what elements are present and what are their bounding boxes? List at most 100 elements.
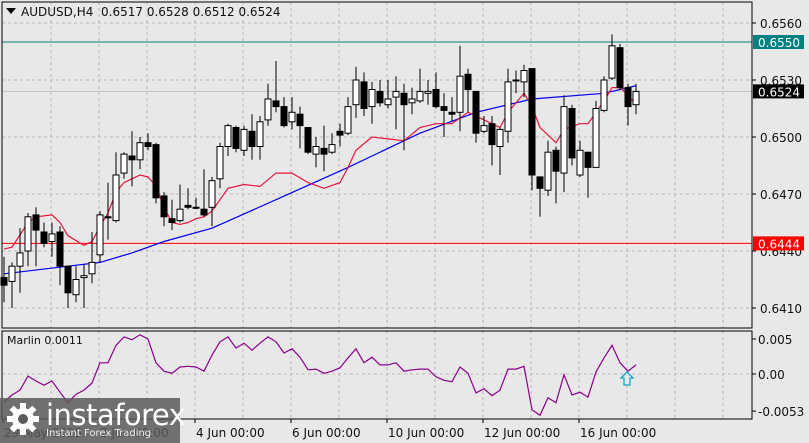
- candle-bullish: [264, 98, 272, 121]
- candle-bearish: [336, 130, 344, 136]
- candle-bullish: [256, 121, 264, 148]
- candle-bearish: [360, 81, 368, 110]
- candle-bullish: [544, 151, 552, 191]
- close-value: 0.6524: [238, 5, 281, 19]
- candle-bearish: [320, 147, 328, 155]
- candle-bearish: [624, 87, 632, 108]
- logo-name: instaforex: [46, 398, 186, 432]
- price-axis-label: 0.6410: [760, 302, 802, 316]
- price-tag-label: 0.6550: [758, 36, 800, 50]
- candle-bullish: [192, 206, 200, 209]
- candle-bearish: [464, 73, 472, 91]
- candle-bullish: [96, 214, 104, 256]
- candle-bearish: [296, 113, 304, 127]
- candle-bullish: [456, 75, 464, 113]
- candle-bullish: [600, 79, 608, 111]
- instaforex-logo: instaforex Instant Forex Trading: [0, 398, 186, 443]
- candle-bearish: [488, 123, 496, 146]
- candle-bullish: [424, 90, 432, 94]
- candle-bearish: [184, 204, 192, 208]
- candle-bearish: [64, 265, 72, 294]
- candle-bearish: [248, 130, 256, 148]
- candle-bullish: [80, 275, 88, 279]
- price-tag-label: 0.6524: [758, 85, 800, 99]
- candle-bearish: [40, 231, 48, 244]
- gear-icon: [7, 403, 39, 435]
- candle-bearish: [280, 106, 288, 127]
- candle-bullish: [608, 45, 616, 79]
- candle-bullish: [368, 89, 376, 108]
- candle-bullish: [208, 180, 216, 208]
- candle-bearish: [448, 111, 456, 115]
- candle-bullish: [240, 128, 248, 151]
- main-chart-frame: [1, 1, 753, 329]
- candle-bearish: [128, 155, 136, 161]
- price-axis-label: 0.6470: [760, 188, 802, 202]
- indicator-axis-label: 0.00: [758, 368, 785, 382]
- candle-bearish: [152, 144, 160, 199]
- symbol-label: AUDUSD,H4: [21, 5, 94, 19]
- candle-bearish: [304, 127, 312, 153]
- candle-bearish: [528, 68, 536, 176]
- candle-bearish: [568, 108, 576, 159]
- candle-bullish: [416, 90, 424, 102]
- candle-bullish: [408, 98, 416, 104]
- candle-bullish: [224, 125, 232, 147]
- collapse-triangle-icon[interactable]: [6, 8, 16, 14]
- candle-bullish: [136, 142, 144, 161]
- candle-bullish: [576, 149, 584, 176]
- candle-bearish: [32, 214, 40, 231]
- candle-bullish: [48, 233, 56, 242]
- price-tag-label: 0.6444: [758, 237, 800, 251]
- time-axis-label: 10 Jun 00:00: [388, 426, 464, 440]
- time-axis-label: 6 Jun 00:00: [292, 426, 361, 440]
- candle-bullish: [504, 81, 512, 132]
- candle-bullish: [24, 216, 32, 252]
- candle-bearish: [584, 151, 592, 168]
- candle-bullish: [328, 144, 336, 153]
- candle-bullish: [216, 146, 224, 180]
- candle-bearish: [272, 100, 280, 108]
- low-value: 0.6512: [192, 5, 235, 19]
- chart-canvas[interactable]: 0.65600.65300.65000.64700.64400.64100.00…: [0, 0, 809, 443]
- candle-bullish: [344, 106, 352, 134]
- candle-bullish: [8, 265, 16, 282]
- candle-bullish: [496, 128, 504, 147]
- candle-bullish: [560, 106, 568, 174]
- candle-bullish: [88, 261, 96, 275]
- candle-bullish: [176, 208, 184, 222]
- candle-bearish: [144, 142, 152, 147]
- logo-tagline: Instant Forex Trading: [46, 428, 152, 439]
- candle-bullish: [16, 252, 24, 267]
- candle-bearish: [616, 47, 624, 89]
- candle-bearish: [376, 90, 384, 104]
- open-value: 0.6517: [101, 5, 143, 19]
- candle-bullish: [120, 153, 128, 174]
- candle-bullish: [352, 79, 360, 106]
- candle-bearish: [472, 90, 480, 134]
- candle-bearish: [232, 127, 240, 149]
- high-value: 0.6528: [146, 5, 189, 19]
- candle-bullish: [112, 174, 120, 222]
- candle-bullish: [392, 90, 400, 98]
- candle-bullish: [632, 90, 640, 106]
- time-axis-label: 16 Jun 00:00: [580, 426, 656, 440]
- candle-bearish: [552, 149, 560, 172]
- candle-bullish: [312, 146, 320, 155]
- candle-bullish: [512, 79, 520, 82]
- chart-header: AUDUSD,H4 0.6517 0.6528 0.6512 0.6524: [6, 5, 280, 19]
- candle-bullish: [104, 216, 112, 219]
- candle-bullish: [520, 70, 528, 83]
- time-axis-label: 12 Jun 00:00: [484, 426, 560, 440]
- candle-bearish: [200, 208, 208, 216]
- candle-bearish: [432, 89, 440, 108]
- candle-bearish: [440, 106, 448, 111]
- candle-bullish: [480, 125, 488, 132]
- candle-bearish: [160, 195, 168, 218]
- candle-bearish: [56, 231, 64, 267]
- candle-bearish: [536, 176, 544, 189]
- candle-bullish: [384, 98, 392, 106]
- candle-bearish: [168, 218, 176, 223]
- candle-bullish: [592, 108, 600, 168]
- price-axis-label: 0.6560: [760, 17, 802, 31]
